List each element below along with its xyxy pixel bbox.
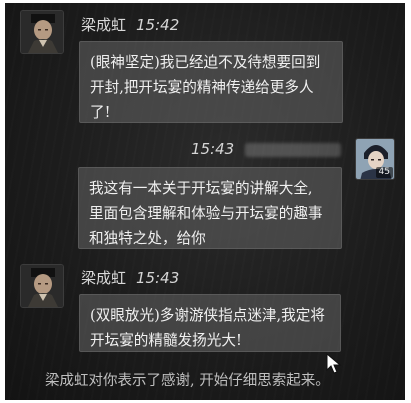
message-time: 15:43 [136,269,180,287]
message-line: (双眼放光)多谢游侠指点迷津,我定将 [90,307,325,324]
message-line: 我这有一本关于开坛宴的讲解大全, [89,180,313,197]
npc-avatar[interactable] [20,264,64,308]
message-header: 梁成虹 15:43 [81,267,179,288]
message-line: 了! [90,104,111,121]
message-time: 15:42 [136,16,180,34]
sender-name: 梁成虹 [81,16,127,34]
system-message: 梁成虹对你表示了感谢, 开始仔细思索起来。 [45,373,330,389]
message-line: (眼神坚定)我已经迫不及待想要回到 [90,54,321,71]
message-line: 开坛宴的精髓发扬光大! [90,332,242,349]
player-name-redacted [245,143,341,157]
player-level-badge: 45 [375,167,393,178]
message-header: 梁成虹 15:42 [81,14,179,35]
chat-panel: 梁成虹 15:42 (眼神坚定)我已经迫不及待想要回到 开封,把开坛宴的精神传递给… [5,3,405,400]
message-bubble: 我这有一本关于开坛宴的讲解大全, 里面包含理解和体验与开坛宴的趣事 和独特之处，… [78,167,342,249]
message-line: 里面包含理解和体验与开坛宴的趣事 [89,205,323,222]
message-line: 开封,把开坛宴的精神传递给更多人 [90,79,314,96]
sender-name: 梁成虹 [81,269,127,287]
cursor-arrow-icon [326,352,342,379]
message-header: 15:43 [191,140,234,158]
player-avatar[interactable]: 45 [355,138,395,180]
message-time: 15:43 [191,140,235,158]
message-line: 和独特之处，给你 [89,230,206,247]
message-bubble: (眼神坚定)我已经迫不及待想要回到 开封,把开坛宴的精神传递给更多人 了! [79,41,343,123]
message-bubble: (双眼放光)多谢游侠指点迷津,我定将 开坛宴的精髓发扬光大! [79,294,341,352]
npc-avatar[interactable] [20,10,64,54]
